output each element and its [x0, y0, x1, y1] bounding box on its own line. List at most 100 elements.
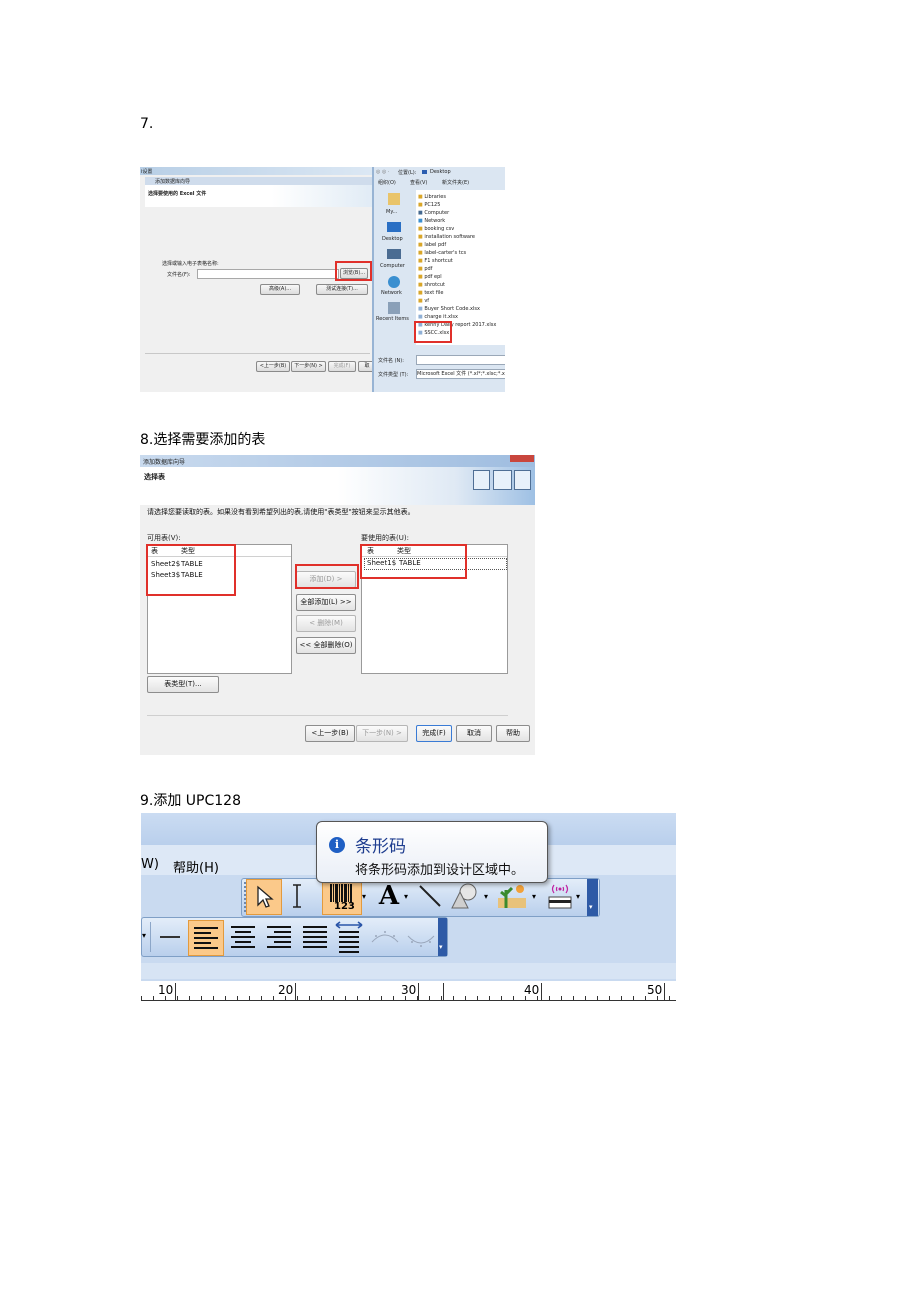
file-item[interactable]: ■ PC125 [418, 201, 496, 209]
wizard-header: 选择要使用的 Excel 文件 [145, 185, 375, 207]
file-item[interactable]: ■ vf [418, 297, 496, 305]
excel-wizard-window: i设置 添加数据库向导 选择要使用的 Excel 文件 选择或输入电子表格名称:… [140, 167, 376, 392]
network-icon [388, 276, 400, 288]
fit-width-icon [335, 921, 363, 953]
filename-input[interactable] [197, 269, 339, 279]
fit-width-button[interactable] [332, 920, 366, 954]
organize-button[interactable]: 组织(O) [378, 179, 396, 186]
line-style-icon[interactable] [160, 936, 180, 938]
location-bar: ◎ ◎ · 位置(L): Desktop [376, 169, 505, 177]
sscc-file-highlight [414, 321, 452, 343]
chevron-down-icon[interactable]: ▾ [362, 892, 366, 901]
close-icon[interactable] [510, 455, 534, 462]
advanced-button[interactable]: 高级(A)... [260, 284, 300, 295]
recent-items-icon [388, 302, 400, 314]
chevron-down-icon[interactable]: ▾ [142, 931, 146, 940]
align-center-icon [231, 926, 255, 948]
picture-tool[interactable] [494, 879, 530, 913]
i-beam-icon [293, 884, 301, 908]
wizard-heading: 选择表 [144, 473, 165, 481]
alignment-toolbar: ▾ ▾ [141, 917, 448, 957]
place-item[interactable]: Computer [380, 263, 405, 269]
file-open-dialog: ◎ ◎ · 位置(L): Desktop 组织(O) 查看(V) 新文件夹(E)… [372, 167, 505, 392]
filetype-select[interactable]: Microsoft Excel 文件 (*.xl*;*.xlsc;*.xlsm) [416, 369, 505, 379]
finish-button[interactable]: 完成(F) [328, 361, 356, 372]
file-item[interactable]: ■ shrotcut [418, 281, 496, 289]
view-button[interactable]: 查看(V) [410, 179, 427, 186]
menu-fragment[interactable]: W) [141, 857, 159, 872]
file-item[interactable]: ■ Buyer Short Code.xlsx [418, 305, 496, 313]
dialog-filename-input[interactable] [416, 355, 505, 365]
filename-label: 文件名(F): [167, 272, 191, 278]
finish-button[interactable]: 完成(F) [416, 725, 452, 742]
place-item[interactable]: Network [381, 290, 402, 296]
instruction-text: 请选择您要读取的表。如果没有看到希望列出的表,请使用"表类型"按钮来显示其他表。 [147, 508, 415, 516]
file-item[interactable]: ■ charge it.xlsx [418, 313, 496, 321]
next-button[interactable]: 下一步(N) > [291, 361, 326, 372]
text-arc-up-button[interactable] [368, 924, 402, 952]
remove-button[interactable]: < 删除(M) [296, 615, 356, 632]
file-item[interactable]: ■ label pdf [418, 241, 496, 249]
text-cursor-tool[interactable] [282, 879, 312, 913]
text-tool[interactable]: A [372, 879, 406, 913]
justify-button[interactable] [298, 920, 332, 954]
shapes-icon [451, 883, 477, 909]
file-item[interactable]: ■ installation software [418, 233, 496, 241]
location-value[interactable]: Desktop [430, 169, 451, 175]
help-button[interactable]: 帮助 [496, 725, 530, 742]
back-button[interactable]: <上一步(B) [256, 361, 290, 372]
nav-arrows-icon[interactable]: ◎ ◎ · [376, 169, 390, 175]
chevron-down-icon[interactable]: ▾ [532, 892, 536, 901]
align-left-button[interactable] [188, 920, 224, 956]
file-item[interactable]: ■ booking csv [418, 225, 496, 233]
rfid-tool[interactable] [542, 879, 578, 913]
select-arrow-tool[interactable] [246, 879, 282, 915]
used-tables-highlight [360, 544, 467, 579]
chevron-down-icon[interactable]: ▾ [404, 892, 408, 901]
toolbar-overflow[interactable]: ▾ [587, 879, 598, 916]
next-button[interactable]: 下一步(N) > [356, 725, 408, 742]
desktop-icon [387, 222, 401, 232]
text-arc-down-button[interactable] [404, 928, 438, 956]
file-item[interactable]: ■ pdf [418, 265, 496, 273]
file-item[interactable]: ■ label-carter's tcs [418, 249, 496, 257]
step-7-screenshot: i设置 添加数据库向导 选择要使用的 Excel 文件 选择或输入电子表格名称:… [140, 167, 505, 392]
table-types-button[interactable]: 表类型(T)... [147, 676, 219, 693]
file-item[interactable]: ■ F1 shortcut [418, 257, 496, 265]
tooltip-title: 条形码 [355, 837, 406, 857]
tab-fragment: i设置 [141, 169, 153, 175]
chevron-down-icon[interactable]: ▾ [576, 892, 580, 901]
barcode-tool[interactable]: 123 [322, 879, 362, 915]
wizard-header: 选择表 [140, 467, 535, 505]
remove-all-button[interactable]: << 全部删除(O) [296, 637, 356, 654]
cancel-button[interactable]: 取消 [456, 725, 492, 742]
add-all-button[interactable]: 全部添加(L) >> [296, 594, 356, 611]
used-tables-label: 要使用的表(U): [361, 534, 409, 542]
file-item[interactable]: ■ pdf epl [418, 273, 496, 281]
wizard-titlebar: 添加数据库向导 [140, 455, 535, 467]
shape-tool[interactable] [448, 879, 484, 913]
line-tool[interactable] [414, 879, 446, 913]
ruler-label: 20 [278, 983, 294, 997]
chevron-down-icon[interactable]: ▾ [484, 892, 488, 901]
chevron-down-icon: ▾ [589, 903, 593, 911]
file-item[interactable]: ■ Libraries [418, 193, 496, 201]
new-folder-button[interactable]: 新文件夹(E) [442, 179, 469, 186]
toolbar-overflow[interactable]: ▾ [438, 918, 447, 956]
wizard-heading: 选择要使用的 Excel 文件 [148, 191, 207, 197]
back-button[interactable]: <上一步(B) [305, 725, 355, 742]
test-connection-button[interactable]: 测试连接(T)... [316, 284, 368, 295]
line-icon [419, 885, 441, 907]
wizard-divider [147, 715, 508, 716]
align-right-button[interactable] [262, 920, 296, 954]
available-tables-highlight [146, 544, 236, 596]
file-item[interactable]: ■ Computer [418, 209, 496, 217]
menu-help[interactable]: 帮助(H) [173, 857, 219, 876]
align-center-button[interactable] [226, 920, 260, 954]
location-label: 位置(L): [398, 170, 417, 176]
file-item[interactable]: ■ Network [418, 217, 496, 225]
place-item[interactable]: Recent Items [376, 316, 409, 322]
place-item[interactable]: My... [386, 209, 397, 215]
file-item[interactable]: ■ text file [418, 289, 496, 297]
place-item[interactable]: Desktop [382, 236, 403, 242]
